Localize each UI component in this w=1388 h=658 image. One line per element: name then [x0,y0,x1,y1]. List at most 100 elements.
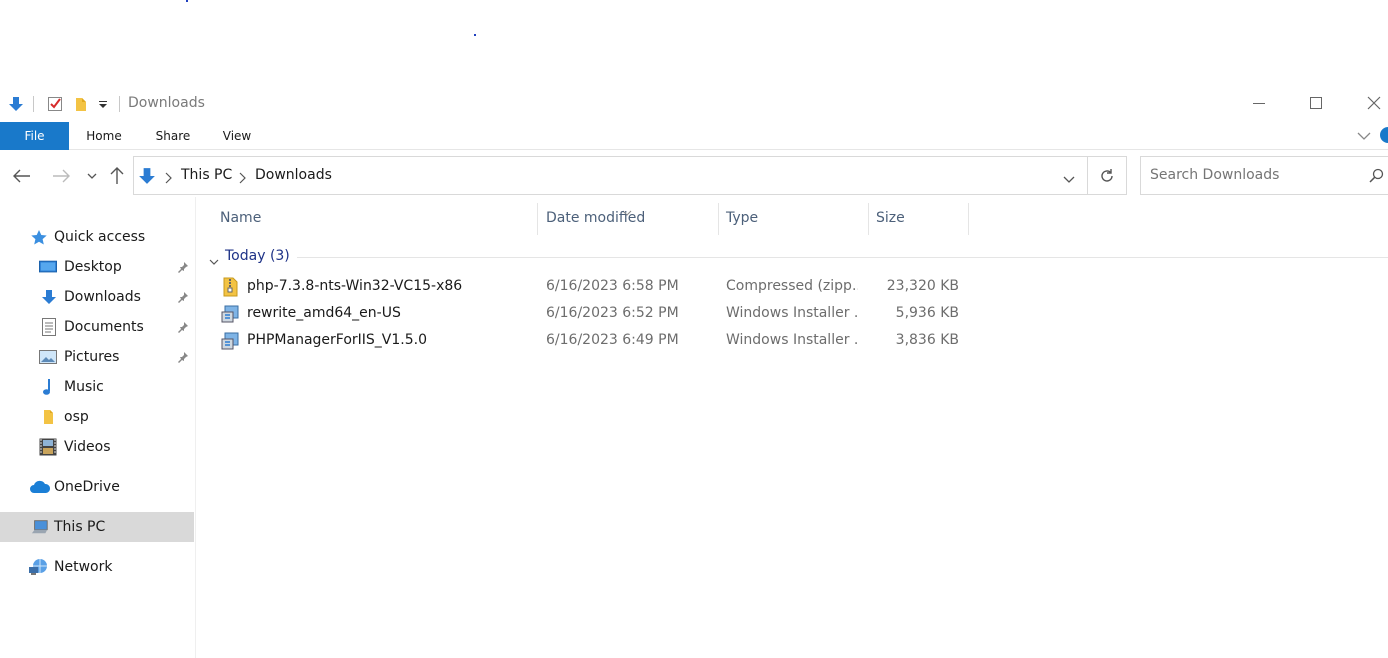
chevron-right-icon[interactable] [238,169,246,188]
file-type: Windows Installer ... [726,305,858,321]
sidebar-item-quick-access[interactable]: Quick access [0,222,194,252]
tab-view[interactable]: View [214,122,260,150]
pin-icon[interactable] [176,260,190,274]
stray-pixel [186,0,188,2]
sidebar-item-this-pc[interactable]: This PC [0,512,194,542]
column-header-type[interactable]: Type [726,210,758,226]
refresh-button[interactable] [1088,156,1127,195]
separator [33,96,34,112]
file-date: 6/16/2023 6:49 PM [546,332,679,348]
group-divider [297,257,1388,258]
sidebar-item-label: This PC [54,519,106,535]
download-arrow-icon [138,167,156,185]
sidebar-item-label: OneDrive [54,479,120,495]
search-box[interactable] [1140,156,1388,195]
tab-share[interactable]: Share [146,122,200,150]
sidebar-item-videos[interactable]: Videos [0,432,194,462]
ribbon-tabs: File Home Share View [0,122,1388,150]
collapse-group-icon[interactable] [209,251,219,270]
back-button[interactable] [11,165,33,187]
computer-icon [31,519,49,535]
sidebar-item-label: Quick access [54,229,146,245]
chevron-down-icon [87,173,97,179]
breadcrumb-this-pc[interactable]: This PC [181,167,232,183]
film-icon [39,438,57,456]
expand-ribbon-icon[interactable] [1356,128,1372,144]
close-button[interactable] [1345,88,1388,118]
pin-icon[interactable] [176,290,190,304]
tab-file[interactable]: File [0,122,69,150]
download-arrow-icon[interactable] [8,96,24,112]
chevron-down-icon [1063,176,1075,183]
back-arrow-icon [13,169,30,183]
pin-icon[interactable] [176,350,190,364]
table-row[interactable]: PHPManagerForIIS_V1.5.0 6/16/2023 6:49 P… [217,327,977,354]
breadcrumb-downloads[interactable]: Downloads [255,167,332,183]
sidebar-item-downloads[interactable]: Downloads [0,282,194,312]
file-type: Windows Installer ... [726,332,858,348]
table-row[interactable]: php-7.3.8-nts-Win32-VC15-x86 6/16/2023 6… [217,273,977,300]
file-name: PHPManagerForIIS_V1.5.0 [247,332,427,348]
navigation-bar: This PC Downloads [0,155,1388,197]
sidebar-item-label: Downloads [64,289,141,305]
sidebar-item-desktop[interactable]: Desktop [0,252,194,282]
column-divider[interactable] [968,203,969,235]
sidebar-item-osp[interactable]: osp [0,402,194,432]
recent-locations-button[interactable] [81,165,103,187]
sidebar-item-label: Videos [64,439,111,455]
star-icon [30,229,48,245]
properties-icon[interactable] [47,96,63,112]
sidebar-item-label: Desktop [64,259,122,275]
sidebar-item-documents[interactable]: Documents [0,312,194,342]
new-folder-icon[interactable] [73,96,89,112]
sidebar-item-label: osp [64,409,89,425]
address-bar[interactable]: This PC Downloads [133,156,1088,195]
file-type: Compressed (zipp... [726,278,858,294]
window-title: Downloads [128,95,205,111]
music-note-icon [40,379,58,395]
forward-arrow-icon [53,169,70,183]
customize-toolbar-icon[interactable] [95,96,111,112]
search-input[interactable] [1150,167,1350,183]
up-button[interactable] [106,165,128,187]
sidebar-item-network[interactable]: Network [0,552,194,582]
network-icon [29,559,49,575]
group-header[interactable]: Today (3) [225,248,290,264]
address-history-button[interactable] [1063,170,1075,189]
minimize-button[interactable] [1230,88,1288,118]
tab-home[interactable]: Home [77,122,131,150]
sidebar-item-music[interactable]: Music [0,372,194,402]
sidebar-item-onedrive[interactable]: OneDrive [0,472,194,502]
title-bar: Downloads [0,88,1388,120]
desktop-icon [39,259,57,275]
column-divider[interactable] [868,203,869,235]
pictures-icon [39,349,57,365]
installer-icon [220,304,240,324]
forward-button[interactable] [50,165,72,187]
chevron-right-icon[interactable] [164,169,172,188]
column-divider[interactable] [537,203,538,235]
column-header-date[interactable]: Date modified [546,210,645,226]
maximize-button[interactable] [1287,88,1345,118]
column-divider[interactable] [718,203,719,235]
column-header-size[interactable]: Size [876,210,905,226]
stray-pixel [474,34,476,36]
installer-icon [220,331,240,351]
documents-icon [40,318,58,336]
file-date: 6/16/2023 6:58 PM [546,278,679,294]
file-name: rewrite_amd64_en-US [247,305,401,321]
pin-icon[interactable] [176,320,190,334]
sidebar-item-label: Documents [64,319,144,335]
help-icon[interactable] [1380,127,1388,143]
cloud-icon [29,479,51,495]
table-row[interactable]: rewrite_amd64_en-US 6/16/2023 6:52 PM Wi… [217,300,977,327]
navigation-pane: Quick access Desktop Downloads Documents [0,197,196,658]
close-icon [1367,96,1381,110]
maximize-icon [1310,97,1322,109]
zip-folder-icon [220,277,240,297]
separator [119,96,120,112]
column-header-name[interactable]: Name [220,210,261,226]
sidebar-item-pictures[interactable]: Pictures [0,342,194,372]
folder-icon [40,409,58,425]
file-list: Name Date modified Type Size Today (3) p… [197,197,1388,658]
